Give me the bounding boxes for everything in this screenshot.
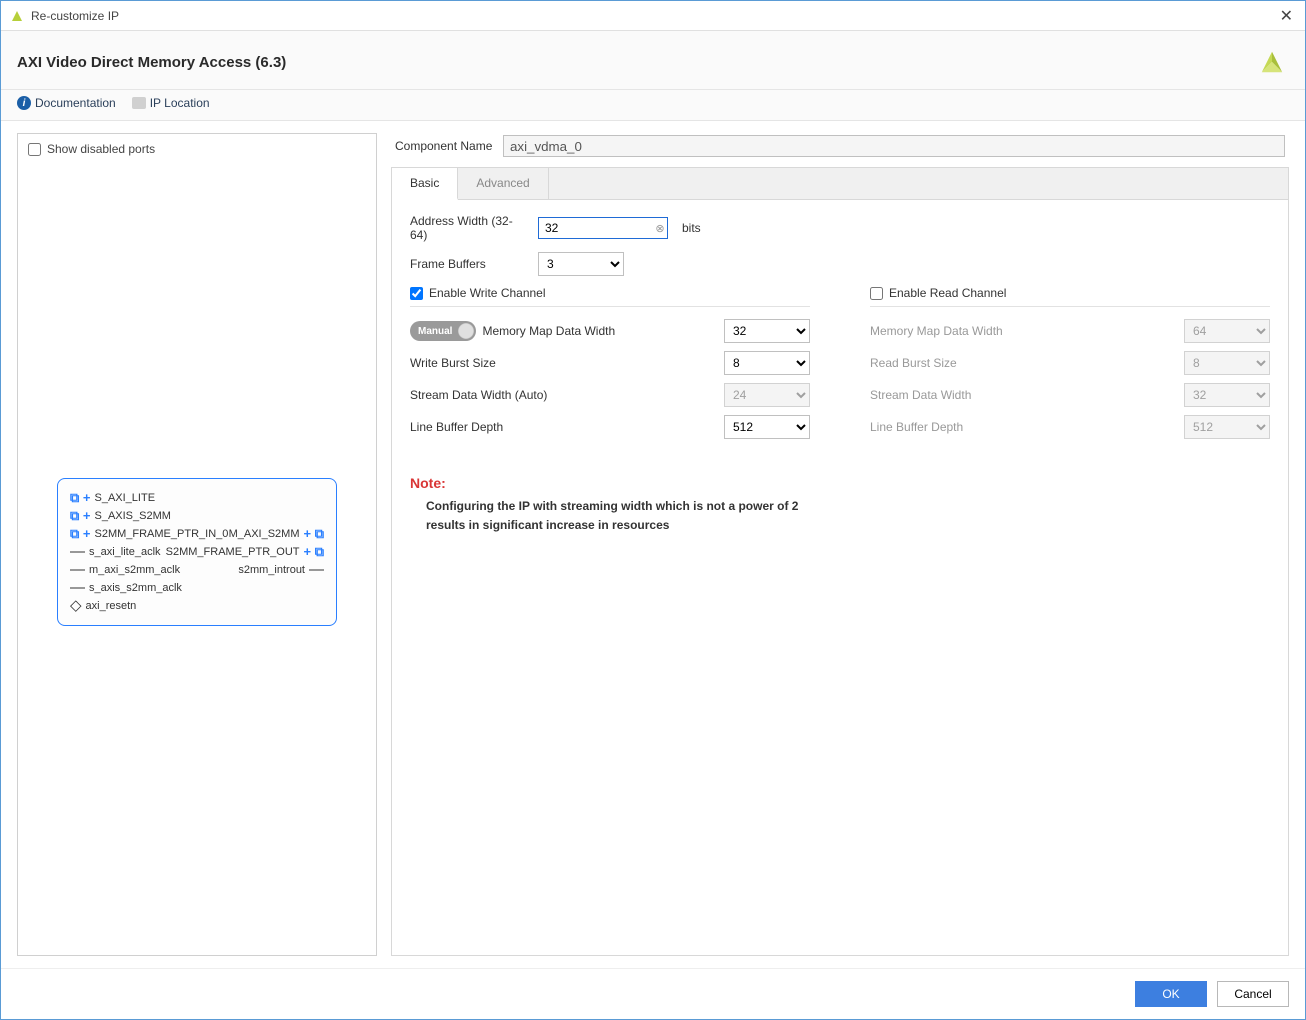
window-titlebar: Re-customize IP ✕ bbox=[1, 1, 1305, 31]
write-mm-width-select[interactable]: 32 bbox=[724, 319, 810, 343]
frame-buffers-select[interactable]: 3 bbox=[538, 252, 624, 276]
address-width-label: Address Width (32-64) bbox=[410, 214, 530, 242]
show-disabled-ports-checkbox[interactable]: Show disabled ports bbox=[28, 142, 366, 156]
note-text: Configuring the IP with streaming width … bbox=[410, 497, 1270, 535]
wire-icon: — bbox=[309, 566, 324, 574]
write-line-buf-select[interactable]: 512 bbox=[724, 415, 810, 439]
ip-block: ⧉ + S_AXI_LITE ⧉ + S_AXIS_S2MM ⧉ + S2MM_FRA… bbox=[57, 478, 337, 626]
bus-icon: ⧉ + bbox=[70, 529, 91, 539]
note-line-1: Configuring the IP with streaming width … bbox=[426, 497, 1270, 516]
enable-write-channel-checkbox[interactable]: Enable Write Channel bbox=[410, 286, 810, 307]
bus-icon: ⧉ + bbox=[70, 511, 91, 521]
read-burst-select: 8 bbox=[1184, 351, 1270, 375]
component-name-row: Component Name bbox=[391, 133, 1289, 167]
ip-location-label: IP Location bbox=[150, 96, 210, 110]
toggle-knob-icon bbox=[458, 323, 474, 339]
dialog-footer: OK Cancel bbox=[1, 968, 1305, 1019]
write-stream-width-select: 24 bbox=[724, 383, 810, 407]
documentation-link[interactable]: i Documentation bbox=[17, 96, 116, 110]
block-preview-panel: Show disabled ports ⧉ + S_AXI_LITE ⧉ + S_A… bbox=[17, 133, 377, 956]
cancel-button[interactable]: Cancel bbox=[1217, 981, 1289, 1007]
clear-icon[interactable]: ⊗ bbox=[652, 220, 668, 236]
wire-icon: — bbox=[70, 548, 85, 556]
wire-icon: — bbox=[70, 584, 85, 592]
tabs: Basic Advanced bbox=[392, 168, 1288, 200]
address-width-suffix: bits bbox=[682, 221, 701, 235]
note-title: Note: bbox=[410, 475, 1270, 491]
info-icon: i bbox=[17, 96, 31, 110]
frame-buffers-row: Frame Buffers 3 bbox=[410, 252, 1270, 276]
vendor-logo-icon bbox=[1255, 45, 1289, 79]
port-label: axi_resetn bbox=[86, 597, 137, 615]
write-line-buf-label: Line Buffer Depth bbox=[410, 420, 714, 434]
write-channel: Enable Write Channel Manual Memory Map D… bbox=[410, 286, 810, 439]
config-panel: Basic Advanced Address Width (32-64) ⊗ b… bbox=[391, 167, 1289, 956]
address-width-input[interactable] bbox=[538, 217, 668, 239]
write-stream-width-label: Stream Data Width (Auto) bbox=[410, 388, 714, 402]
show-disabled-ports-label: Show disabled ports bbox=[47, 142, 155, 156]
note-line-2: results in significant increase in resou… bbox=[426, 516, 1270, 535]
write-burst-label: Write Burst Size bbox=[410, 356, 714, 370]
bus-icon: + ⧉ bbox=[304, 529, 325, 539]
port-label: s_axis_s2mm_aclk bbox=[89, 579, 182, 597]
note-section: Note: Configuring the IP with streaming … bbox=[410, 475, 1270, 535]
read-channel: Enable Read Channel Memory Map Data Widt… bbox=[870, 286, 1270, 439]
port-label: S_AXIS_S2MM bbox=[95, 507, 171, 525]
config-panel-container: Component Name Basic Advanced Address Wi… bbox=[391, 133, 1289, 956]
read-line-buf-label: Line Buffer Depth bbox=[870, 420, 1174, 434]
ip-header: AXI Video Direct Memory Access (6.3) bbox=[1, 31, 1305, 90]
write-mm-width-label: Memory Map Data Width bbox=[482, 324, 615, 338]
toggle-label: Manual bbox=[412, 326, 458, 337]
frame-buffers-label: Frame Buffers bbox=[410, 257, 530, 271]
app-icon bbox=[9, 8, 25, 24]
close-icon[interactable]: ✕ bbox=[1276, 6, 1297, 26]
content-area: Show disabled ports ⧉ + S_AXI_LITE ⧉ + S_A… bbox=[1, 121, 1305, 968]
read-line-buf-select: 512 bbox=[1184, 415, 1270, 439]
enable-write-channel-input[interactable] bbox=[410, 287, 423, 300]
write-burst-select[interactable]: 8 bbox=[724, 351, 810, 375]
block-diagram: ⧉ + S_AXI_LITE ⧉ + S_AXIS_S2MM ⧉ + S2MM_FRA… bbox=[28, 156, 366, 947]
tab-advanced[interactable]: Advanced bbox=[458, 168, 548, 199]
port-label: S2MM_FRAME_PTR_IN_0 bbox=[95, 525, 229, 543]
tab-basic[interactable]: Basic bbox=[392, 168, 458, 200]
ok-button[interactable]: OK bbox=[1135, 981, 1207, 1007]
window-title: Re-customize IP bbox=[31, 9, 1276, 23]
port-label: M_AXI_S2MM bbox=[229, 525, 300, 543]
manual-auto-toggle[interactable]: Manual bbox=[410, 321, 476, 341]
wire-icon: — bbox=[70, 566, 85, 574]
documentation-label: Documentation bbox=[35, 96, 116, 110]
show-disabled-ports-input[interactable] bbox=[28, 143, 41, 156]
read-burst-label: Read Burst Size bbox=[870, 356, 1174, 370]
folder-icon bbox=[132, 97, 146, 109]
enable-read-channel-input[interactable] bbox=[870, 287, 883, 300]
ip-location-link[interactable]: IP Location bbox=[132, 96, 210, 110]
enable-read-channel-checkbox[interactable]: Enable Read Channel bbox=[870, 286, 1270, 307]
address-width-row: Address Width (32-64) ⊗ bits bbox=[410, 214, 1270, 242]
ip-title: AXI Video Direct Memory Access (6.3) bbox=[17, 54, 1255, 71]
bus-icon: ⧉ + bbox=[70, 493, 91, 503]
port-label: m_axi_s2mm_aclk bbox=[89, 561, 180, 579]
read-mm-width-label: Memory Map Data Width bbox=[870, 324, 1174, 338]
read-stream-width-label: Stream Data Width bbox=[870, 388, 1174, 402]
tab-body-basic: Address Width (32-64) ⊗ bits Frame Buffe… bbox=[392, 200, 1288, 955]
wire-icon: ◇ bbox=[70, 602, 82, 610]
bus-icon: + ⧉ bbox=[304, 547, 325, 557]
link-bar: i Documentation IP Location bbox=[1, 90, 1305, 121]
read-mm-width-select: 64 bbox=[1184, 319, 1270, 343]
read-stream-width-select: 32 bbox=[1184, 383, 1270, 407]
port-label: s_axi_lite_aclk bbox=[89, 543, 161, 561]
component-name-input[interactable] bbox=[503, 135, 1285, 157]
channels-row: Enable Write Channel Manual Memory Map D… bbox=[410, 286, 1270, 439]
component-name-label: Component Name bbox=[395, 139, 495, 153]
port-label: S_AXI_LITE bbox=[95, 489, 156, 507]
port-label: s2mm_introut bbox=[238, 561, 305, 579]
enable-read-channel-label: Enable Read Channel bbox=[889, 286, 1006, 300]
enable-write-channel-label: Enable Write Channel bbox=[429, 286, 546, 300]
port-label: S2MM_FRAME_PTR_OUT bbox=[166, 543, 300, 561]
